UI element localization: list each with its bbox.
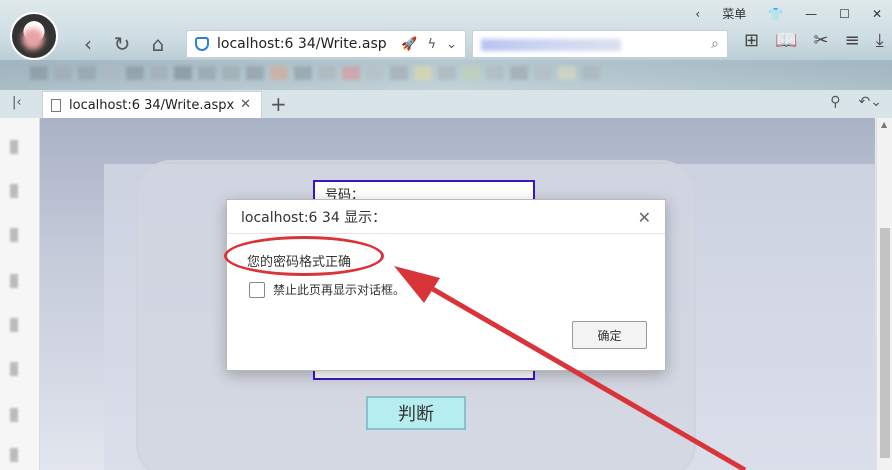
download-icon[interactable]: ⤓ — [876, 30, 884, 51]
rocket-icon[interactable]: 🚀 — [401, 37, 417, 52]
tab-bar: |‹ localhost:6 34/Write.aspx ✕ + ⚲ ↶⌄ — [0, 90, 892, 118]
home-icon[interactable]: ⌂ — [146, 32, 170, 56]
scrollbar-thumb[interactable] — [880, 228, 890, 458]
grid-icon[interactable]: ⊞ — [744, 30, 759, 51]
sidebar-toggle-icon[interactable]: |‹ — [12, 95, 22, 110]
scroll-up-icon[interactable]: ▲ — [881, 120, 887, 129]
browser-chrome: ‹ 菜单 👕 — ☐ ✕ ‹ ↻ ⌂ localhost:6 34/Write.… — [0, 0, 892, 90]
alert-dialog: localhost:6 34 显示： ✕ 您的密码格式正确 禁止此页再显示对话框… — [226, 199, 666, 371]
scissors-icon[interactable]: ✂ — [814, 30, 829, 51]
avatar[interactable] — [10, 12, 58, 60]
search-icon[interactable]: ⌕ — [711, 36, 719, 52]
checkbox-box[interactable] — [249, 281, 265, 298]
search-input[interactable]: ⌕ — [472, 30, 728, 58]
shield-icon — [195, 37, 209, 51]
undo-icon[interactable]: ↶⌄ — [859, 94, 882, 110]
left-sidebar — [0, 118, 40, 470]
dialog-title-text: localhost:6 34 显示： — [241, 209, 387, 226]
bookmarks-bar — [30, 66, 860, 80]
address-text: localhost:6 34/Write.asp — [217, 36, 387, 52]
tab-title: localhost:6 34/Write.aspx — [69, 97, 235, 113]
address-bar[interactable]: localhost:6 34/Write.asp 🚀 ϟ ⌄ — [186, 30, 466, 58]
close-button[interactable]: ✕ — [872, 7, 882, 21]
shirt-icon[interactable]: 👕 — [768, 7, 783, 21]
chevron-left-icon[interactable]: ‹ — [695, 7, 700, 21]
refresh-icon[interactable]: ↻ — [110, 32, 134, 56]
judge-button[interactable]: 判断 — [366, 396, 466, 430]
suppress-dialogs-checkbox[interactable]: 禁止此页再显示对话框。 — [249, 281, 405, 298]
chevron-down-icon[interactable]: ⌄ — [446, 37, 457, 52]
highlight-ellipse — [224, 236, 384, 276]
pin-icon[interactable]: ⚲ — [830, 94, 840, 110]
back-icon[interactable]: ‹ — [76, 32, 100, 56]
vertical-scrollbar[interactable]: ▲ — [876, 118, 892, 470]
minimize-button[interactable]: — — [805, 7, 817, 21]
menu-button[interactable]: 菜单 — [722, 5, 746, 22]
tab-write[interactable]: localhost:6 34/Write.aspx ✕ — [42, 91, 262, 118]
close-icon[interactable]: ✕ — [240, 97, 251, 112]
dialog-title: localhost:6 34 显示： ✕ — [227, 200, 665, 234]
menu-icon[interactable]: ≡ — [845, 30, 860, 51]
toolbar: ⊞ 📖 ✂ ≡ ⤓ — [744, 30, 884, 51]
close-icon[interactable]: ✕ — [638, 208, 651, 227]
maximize-button[interactable]: ☐ — [839, 7, 850, 21]
reader-icon[interactable]: 📖 — [775, 30, 797, 51]
new-tab-button[interactable]: + — [270, 92, 287, 116]
page-icon — [51, 98, 61, 112]
ok-button[interactable]: 确定 — [572, 321, 647, 349]
window-controls: ‹ 菜单 👕 — ☐ ✕ — [695, 5, 882, 22]
checkbox-label: 禁止此页再显示对话框。 — [273, 283, 406, 297]
bolt-icon[interactable]: ϟ — [428, 37, 437, 52]
